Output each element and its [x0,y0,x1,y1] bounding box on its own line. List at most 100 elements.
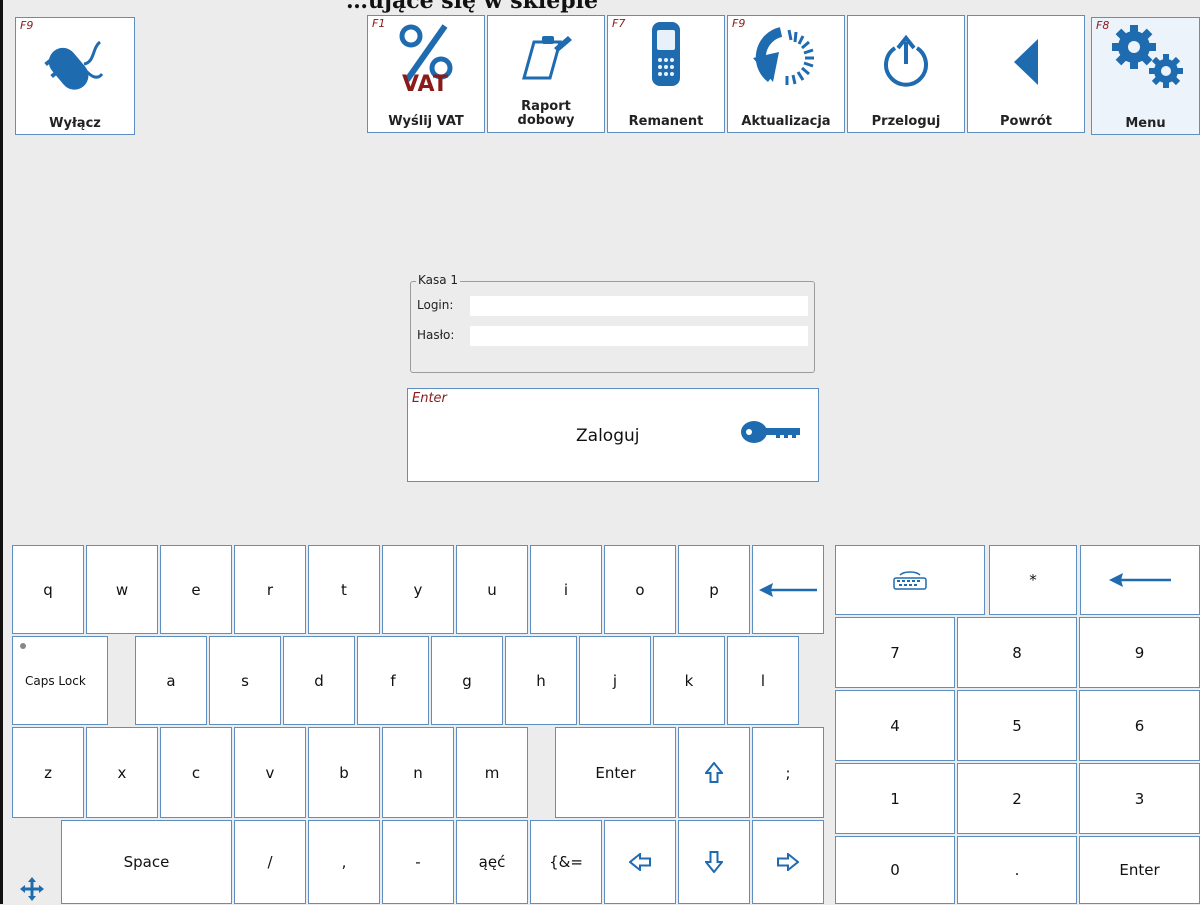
key-g[interactable]: g [431,636,503,725]
key-w[interactable]: w [86,545,158,634]
update-button[interactable]: F9 Aktualizacja [727,15,845,133]
power-cycle-icon [848,34,964,90]
button-label: Powrót [999,114,1053,129]
window-frame [0,0,3,904]
key-c[interactable]: c [160,727,232,818]
key-a[interactable]: a [135,636,207,725]
refresh-icon [728,27,844,85]
login-group: Kasa 1 Login: Hasło: [410,273,815,373]
key-p[interactable]: p [678,545,750,634]
numpad-0[interactable]: 0 [835,836,955,904]
inventory-button[interactable]: F7 Remanent [607,15,725,133]
key-slash[interactable]: / [234,820,306,904]
key-r[interactable]: r [234,545,306,634]
keyboard-toggle-key[interactable] [835,545,985,615]
arrow-down-outline-icon [705,851,723,873]
key-comma[interactable]: , [308,820,380,904]
numpad-3[interactable]: 3 [1079,763,1200,834]
numpad-dot[interactable]: . [957,836,1077,904]
button-label: Wyślij VAT [388,114,464,129]
numpad-backspace-key[interactable] [1080,545,1200,615]
key-h[interactable]: h [505,636,577,725]
login-button-label: Zaloguj [576,426,640,446]
keyboard-icon [893,571,927,590]
password-label: Hasło: [417,328,455,342]
caps-lock-label: Caps Lock [25,673,86,688]
power-plug-icon [16,36,134,92]
back-triangle-icon [968,34,1084,90]
caps-lock-indicator [20,643,26,649]
login-button[interactable]: Enter Zaloguj [407,388,819,482]
key-symbols[interactable]: {&= [530,820,602,904]
arrow-right-key[interactable] [752,820,824,904]
key-star[interactable]: * [989,545,1077,615]
button-label: Wyłącz [49,116,101,131]
numpad-enter[interactable]: Enter [1079,836,1200,904]
backspace-key[interactable] [752,545,824,634]
menu-button[interactable]: F8 Menu [1091,17,1200,135]
send-vat-button[interactable]: F1 VAT Wyślij VAT [367,15,485,133]
daily-report-button[interactable]: Raport dobowy [487,15,605,133]
key-z[interactable]: z [12,727,84,818]
numpad-1[interactable]: 1 [835,763,955,834]
caps-lock-key[interactable]: Caps Lock [12,636,108,725]
key-q[interactable]: q [12,545,84,634]
key-x[interactable]: x [86,727,158,818]
label-line-2: dobowy [517,113,575,128]
key-f[interactable]: f [357,636,429,725]
button-label: Remanent [628,114,704,129]
power-off-button[interactable]: F9 Wyłącz [15,17,135,135]
key-v[interactable]: v [234,727,306,818]
key-semicolon[interactable]: ; [752,727,824,818]
key-d[interactable]: d [283,636,355,725]
arrow-left-key[interactable] [604,820,676,904]
numpad-2[interactable]: 2 [957,763,1077,834]
key-k[interactable]: k [653,636,725,725]
login-label: Login: [417,298,454,312]
partial-window-title: …ujące się w sklepie [346,0,598,14]
relogin-button[interactable]: Przeloguj [847,15,965,133]
shift-key[interactable] [678,727,750,818]
key-polish-chars[interactable]: ąęć [456,820,528,904]
key-e[interactable]: e [160,545,232,634]
key-o[interactable]: o [604,545,676,634]
arrow-right-outline-icon [777,853,799,871]
arrow-down-key[interactable] [678,820,750,904]
button-label: Aktualizacja [741,114,831,129]
space-key[interactable]: Space [61,820,232,904]
arrow-left-outline-icon [629,853,651,871]
key-l[interactable]: l [727,636,799,725]
clipboard-icon [488,30,604,86]
numpad-9[interactable]: 9 [1079,617,1200,688]
fkey-label: Enter [412,391,447,406]
key-t[interactable]: t [308,545,380,634]
login-input[interactable] [470,296,808,316]
key-n[interactable]: n [382,727,454,818]
key-u[interactable]: u [456,545,528,634]
password-input[interactable] [470,326,808,346]
top-strip: …ujące się w sklepie [0,0,1200,14]
backspace-arrow-icon [1109,573,1171,587]
phone-scanner-icon [608,22,724,86]
shift-arrow-icon [705,761,723,783]
key-m[interactable]: m [456,727,528,818]
key-i[interactable]: i [530,545,602,634]
numpad-8[interactable]: 8 [957,617,1077,688]
numpad-5[interactable]: 5 [957,690,1077,761]
key-j[interactable]: j [579,636,651,725]
move-arrows-icon[interactable] [20,877,44,905]
button-label: Przeloguj [871,114,941,129]
numpad-4[interactable]: 4 [835,690,955,761]
fkey-label: F9 [20,19,34,32]
button-label: Menu [1125,116,1166,131]
key-dash[interactable]: - [382,820,454,904]
vat-text: VAT [402,72,448,97]
key-b[interactable]: b [308,727,380,818]
numpad-6[interactable]: 6 [1079,690,1200,761]
key-y[interactable]: y [382,545,454,634]
enter-key[interactable]: Enter [555,727,676,818]
back-button[interactable]: Powrót [967,15,1085,133]
numpad-7[interactable]: 7 [835,617,955,688]
key-s[interactable]: s [209,636,281,725]
group-title: Kasa 1 [416,273,461,287]
